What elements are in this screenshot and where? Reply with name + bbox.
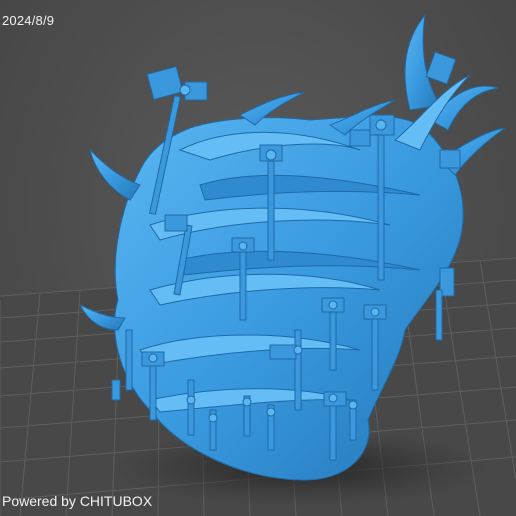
3d-viewport[interactable]: 2024/8/9 Powered by CHITUBOX [0,0,516,516]
powered-by-watermark: Powered by CHITUBOX [2,493,153,509]
build-plate-scene [0,13,516,516]
date-stamp: 2024/8/9 [2,13,55,28]
